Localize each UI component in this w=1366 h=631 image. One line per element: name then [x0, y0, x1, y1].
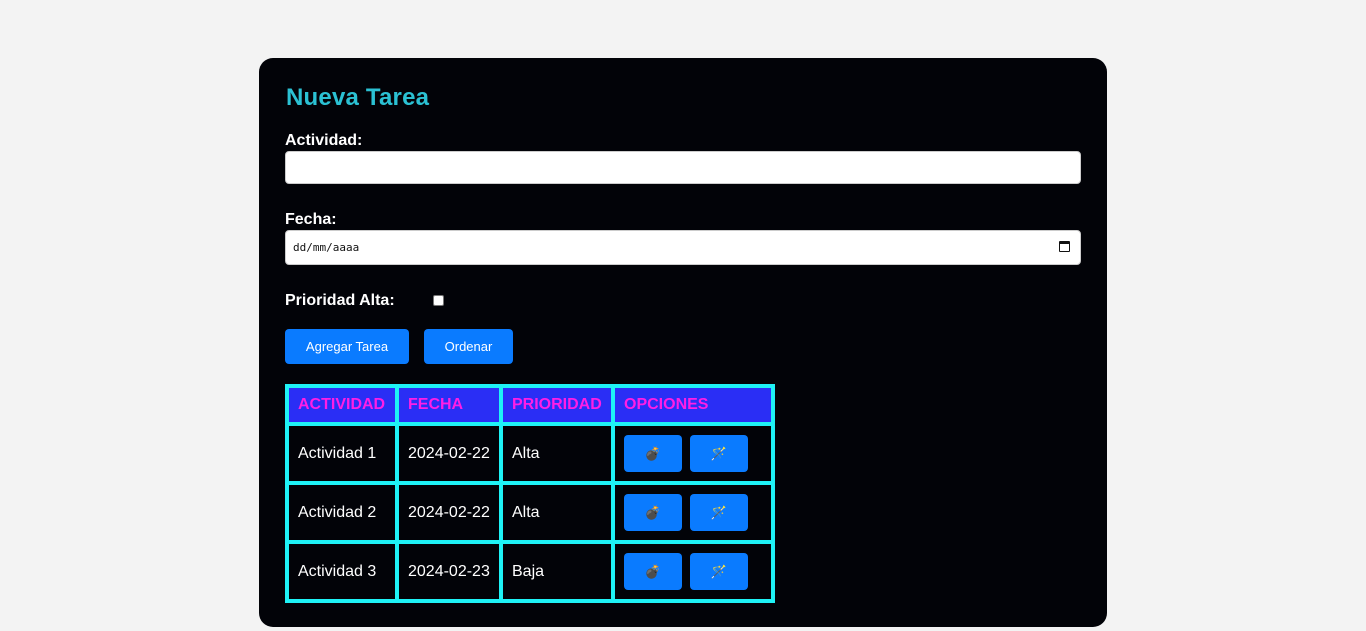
bomb-icon: 💣	[644, 505, 662, 520]
date-input[interactable]: dd/mm/aaaa	[285, 230, 1081, 265]
date-label: Fecha:	[285, 211, 337, 228]
priority-label: Prioridad Alta:	[285, 292, 395, 309]
bomb-icon: 💣	[644, 564, 662, 579]
cell-prioridad: Baja	[501, 542, 613, 601]
delete-button[interactable]: 💣	[624, 435, 682, 472]
cell-fecha: 2024-02-22	[397, 424, 501, 483]
magic-wand-icon: 🪄	[710, 446, 728, 461]
table-row: Actividad 1 2024-02-22 Alta 💣 🪄	[287, 424, 773, 483]
edit-button[interactable]: 🪄	[690, 553, 748, 590]
table-row: Actividad 3 2024-02-23 Baja 💣 🪄	[287, 542, 773, 601]
tasks-table: ACTIVIDAD FECHA PRIORIDAD OPCIONES Activ…	[285, 384, 775, 603]
form-title: Nueva Tarea	[286, 84, 430, 111]
cell-opciones: 💣 🪄	[613, 483, 773, 542]
activity-label: Actividad:	[285, 132, 363, 149]
edit-button[interactable]: 🪄	[690, 435, 748, 472]
table-row: Actividad 2 2024-02-22 Alta 💣 🪄	[287, 483, 773, 542]
priority-checkbox[interactable]	[433, 295, 444, 306]
cell-actividad: Actividad 1	[287, 424, 397, 483]
cell-actividad: Actividad 3	[287, 542, 397, 601]
add-task-button[interactable]: Agregar Tarea	[285, 329, 409, 364]
task-form-panel: Nueva Tarea Actividad: Fecha: dd/mm/aaaa…	[259, 58, 1107, 627]
calendar-icon[interactable]	[1059, 241, 1070, 252]
delete-button[interactable]: 💣	[624, 494, 682, 531]
table-header-row: ACTIVIDAD FECHA PRIORIDAD OPCIONES	[287, 386, 773, 424]
cell-prioridad: Alta	[501, 483, 613, 542]
sort-button[interactable]: Ordenar	[424, 329, 513, 364]
cell-actividad: Actividad 2	[287, 483, 397, 542]
date-placeholder: dd/mm/aaaa	[293, 241, 360, 254]
cell-prioridad: Alta	[501, 424, 613, 483]
edit-button[interactable]: 🪄	[690, 494, 748, 531]
magic-wand-icon: 🪄	[710, 564, 728, 579]
cell-opciones: 💣 🪄	[613, 424, 773, 483]
activity-input[interactable]	[285, 151, 1081, 184]
bomb-icon: 💣	[644, 446, 662, 461]
header-actividad: ACTIVIDAD	[287, 386, 397, 424]
header-prioridad: PRIORIDAD	[501, 386, 613, 424]
delete-button[interactable]: 💣	[624, 553, 682, 590]
header-opciones: OPCIONES	[613, 386, 773, 424]
magic-wand-icon: 🪄	[710, 505, 728, 520]
cell-opciones: 💣 🪄	[613, 542, 773, 601]
cell-fecha: 2024-02-22	[397, 483, 501, 542]
cell-fecha: 2024-02-23	[397, 542, 501, 601]
header-fecha: FECHA	[397, 386, 501, 424]
